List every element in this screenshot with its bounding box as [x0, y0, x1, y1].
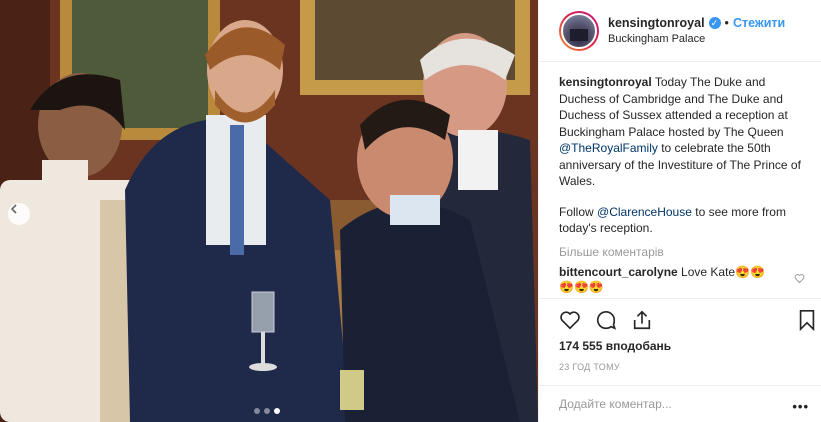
- chevron-left-icon: [10, 204, 17, 214]
- heart-icon[interactable]: [559, 309, 581, 331]
- location-link[interactable]: Buckingham Palace: [608, 33, 785, 45]
- avatar[interactable]: [559, 10, 599, 51]
- header-separator: •: [724, 16, 729, 30]
- post-photo[interactable]: [0, 0, 538, 422]
- follow-button[interactable]: Стежити: [733, 16, 785, 30]
- comment-text: Love Kate: [681, 264, 736, 279]
- username-link[interactable]: kensingtonroyal: [608, 16, 705, 30]
- photo-illustration: [0, 0, 538, 422]
- comment-emojis: 😍😍😍: [559, 279, 604, 294]
- caption-paragraph: kensingtonroyal Today The Duke and Duche…: [559, 74, 805, 190]
- mention-link[interactable]: @TheRoyalFamily: [559, 141, 658, 155]
- carousel-dot: [264, 408, 270, 414]
- add-comment-bar: •••: [539, 385, 821, 422]
- likes-count[interactable]: 174 555 вподобань: [559, 339, 671, 353]
- action-bar: [539, 298, 821, 338]
- comment-emojis: 😍😍: [735, 264, 765, 279]
- share-icon[interactable]: [631, 309, 653, 331]
- comment-icon[interactable]: [595, 309, 617, 331]
- carousel-dot-active: [274, 408, 280, 414]
- caption-text: Follow: [559, 204, 598, 219]
- comment-input[interactable]: [559, 397, 779, 411]
- post-timestamp: 23 ГОД ТОМУ: [559, 362, 620, 372]
- header-row: kensingtonroyal ✓ • Стежити: [608, 16, 785, 30]
- comment-author-link[interactable]: bittencourt_carolyne: [559, 265, 678, 279]
- more-options-button[interactable]: •••: [792, 399, 809, 414]
- caption-paragraph: Follow @ClarenceHouse to see more from t…: [559, 204, 805, 237]
- post-caption: kensingtonroyal Today The Duke and Duche…: [539, 62, 821, 237]
- caption-author-link[interactable]: kensingtonroyal: [559, 75, 652, 89]
- more-comments-link[interactable]: Більше коментарів: [539, 237, 821, 259]
- post-header: kensingtonroyal ✓ • Стежити Buckingham P…: [539, 0, 821, 62]
- carousel-indicator: [254, 408, 280, 414]
- mention-link[interactable]: @ClarenceHouse: [597, 205, 692, 219]
- carousel-dot: [254, 408, 260, 414]
- carousel-prev-button[interactable]: [8, 203, 30, 225]
- header-text: kensingtonroyal ✓ • Стежити Buckingham P…: [608, 16, 785, 45]
- avatar-image: [561, 12, 597, 49]
- verified-icon: ✓: [708, 17, 721, 29]
- comment-item: bittencourt_carolyne Love Kate😍😍 😍😍😍: [539, 259, 821, 295]
- bookmark-icon[interactable]: [797, 309, 817, 331]
- heart-small-icon[interactable]: [794, 273, 805, 284]
- post-side-panel: kensingtonroyal ✓ • Стежити Buckingham P…: [538, 0, 821, 422]
